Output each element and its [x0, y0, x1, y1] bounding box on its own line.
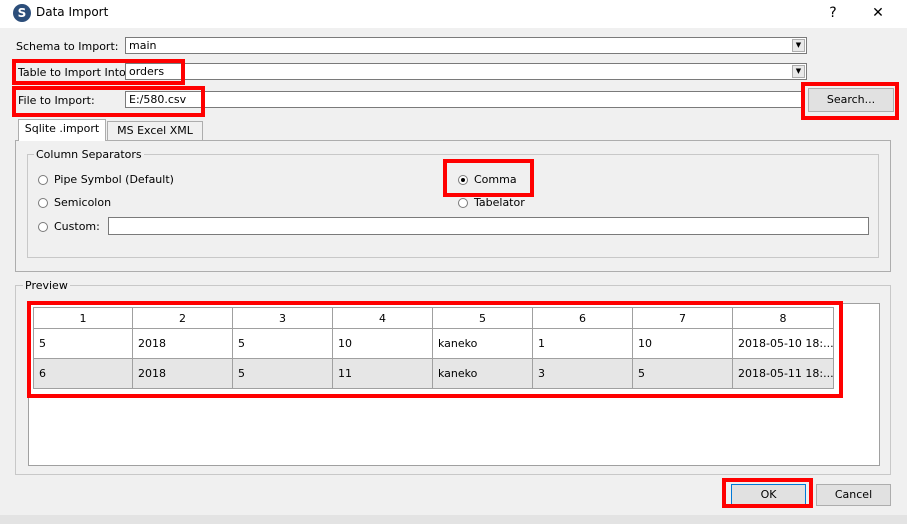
chevron-down-icon[interactable]: ▼ — [792, 39, 805, 52]
close-button[interactable]: ✕ — [860, 2, 896, 24]
separators-group-label: Column Separators — [34, 148, 144, 161]
radio-unchecked-icon[interactable] — [38, 197, 48, 208]
highlight-comma — [443, 159, 534, 197]
help-button[interactable]: ? — [815, 2, 851, 24]
radio-unchecked-icon[interactable] — [38, 174, 48, 185]
radio-semicolon-label: Semicolon — [54, 196, 112, 209]
radio-unchecked-icon[interactable] — [458, 197, 468, 208]
table-combo[interactable]: orders ▼ — [125, 63, 807, 80]
highlight-search — [801, 82, 899, 120]
radio-custom-label: Custom: — [54, 220, 100, 233]
bottom-edge — [0, 515, 907, 524]
preview-group-label: Preview — [23, 279, 70, 292]
chevron-down-icon[interactable]: ▼ — [792, 65, 805, 78]
window-title: Data Import — [36, 5, 109, 19]
radio-custom[interactable]: Custom: — [38, 220, 100, 233]
radio-pipe[interactable]: Pipe Symbol (Default) — [38, 173, 174, 186]
highlight-preview — [27, 301, 843, 398]
radio-tabulator-label: Tabelator — [474, 196, 525, 209]
app-icon: S — [13, 4, 31, 22]
tab-sqlite-import[interactable]: Sqlite .import — [18, 119, 106, 141]
radio-unchecked-icon[interactable] — [38, 221, 48, 232]
highlight-table — [12, 59, 185, 85]
highlight-ok — [722, 478, 813, 508]
custom-separator-input[interactable] — [108, 217, 869, 235]
schema-combo[interactable]: main ▼ — [125, 37, 807, 54]
radio-pipe-label: Pipe Symbol (Default) — [54, 173, 174, 186]
schema-label: Schema to Import: — [16, 40, 119, 53]
highlight-file — [12, 86, 205, 117]
file-input[interactable]: E:/580.csv — [125, 91, 802, 108]
schema-value: main — [129, 39, 157, 52]
tab-ms-excel-xml[interactable]: MS Excel XML — [107, 121, 203, 140]
title-bar: S Data Import ? ✕ — [0, 0, 907, 28]
radio-semicolon[interactable]: Semicolon — [38, 196, 111, 209]
cancel-button[interactable]: Cancel — [816, 484, 891, 506]
radio-tabulator[interactable]: Tabelator — [458, 196, 525, 209]
